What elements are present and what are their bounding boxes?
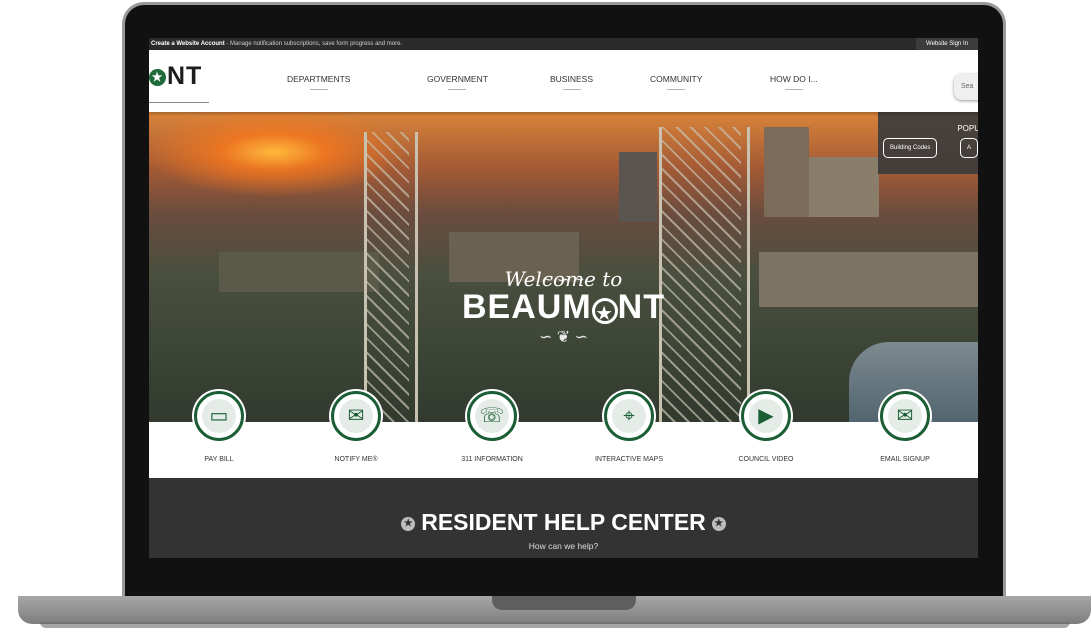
account-notice: Create a Website Account - Manage notifi… (151, 38, 402, 50)
resident-help-center: ★ RESIDENT HELP CENTER ★ How can we help? (149, 478, 978, 558)
laptop-hinge-notch (492, 596, 636, 610)
star-icon: ★ (401, 517, 416, 531)
website-screen: Create a Website Account - Manage notifi… (149, 38, 978, 558)
quick-link-notify-me[interactable]: NOTIFY ME® (296, 456, 416, 463)
quick-link-pay-bill[interactable]: PAY BILL (159, 456, 279, 463)
help-center-title: ★ RESIDENT HELP CENTER ★ (149, 509, 978, 536)
help-center-subtitle: How can we help? (528, 541, 599, 551)
quick-link-311-information[interactable]: 311 INFORMATION (432, 456, 552, 463)
laptop-shadow (40, 622, 1070, 628)
notify-phone-icon[interactable]: ✉ (331, 391, 381, 441)
envelope-icon[interactable]: ✉ (880, 391, 930, 441)
popular-chip-building-codes[interactable]: Building Codes (883, 138, 938, 158)
popular-chip[interactable]: A (960, 138, 978, 158)
skyline-building (764, 127, 809, 217)
city-name-part2: NT (617, 288, 665, 326)
quick-link-council-video[interactable]: COUNCIL VIDEO (706, 456, 826, 463)
popular-title: POPU (957, 124, 978, 133)
create-account-link[interactable]: Create a Website Account (151, 41, 225, 47)
hero-banner: POPU Building Codes A ~ ∽ ~ Welcome to B… (149, 112, 978, 422)
nav-government[interactable]: GOVERNMENT (427, 74, 488, 90)
city-name-part1: BEAUM (462, 288, 592, 326)
flourish-bottom: ∽ ❦ ∽ (538, 329, 589, 346)
search-input[interactable]: Sea (954, 74, 978, 100)
logo-star-icon: ★ (149, 69, 166, 86)
map-pin-icon[interactable]: ⌖ (604, 391, 654, 441)
credit-card-icon[interactable]: ▭ (194, 391, 244, 441)
star-icon: ★ (711, 517, 726, 531)
nav-community[interactable]: COMMUNITY (650, 74, 702, 90)
utility-bar: Create a Website Account - Manage notifi… (149, 38, 978, 50)
help-center-title-text: RESIDENT HELP CENTER (421, 509, 706, 535)
nav-departments[interactable]: DEPARTMENTS (287, 74, 350, 90)
skyline-building (809, 157, 879, 217)
city-logo[interactable]: ★ NT (149, 62, 202, 91)
account-notice-text: - Manage notification subscriptions, sav… (224, 41, 403, 47)
logo-underline (149, 102, 209, 103)
nav-how-do-i[interactable]: HOW DO I... (770, 74, 818, 90)
city-star-icon: ★ (591, 298, 618, 324)
logo-text: NT (167, 62, 203, 90)
quick-link-interactive-maps[interactable]: INTERACTIVE MAPS (569, 456, 689, 463)
video-camera-icon[interactable]: ▶ (741, 391, 791, 441)
skyline-building (619, 152, 657, 222)
popular-searches-panel: POPU Building Codes A (878, 112, 978, 174)
city-name: BEAUM ★ NT (149, 288, 978, 327)
main-header: ★ NT DEPARTMENTS GOVERNMENT BUSINESS COMM… (149, 50, 978, 112)
chat-bubbles-icon[interactable]: ☏ (467, 391, 517, 441)
website-sign-in-link[interactable]: Website Sign In (916, 38, 978, 50)
quick-link-email-signup[interactable]: EMAIL SIGNUP (845, 456, 965, 463)
quick-links-bar: PAY BILL NOTIFY ME® 311 INFORMATION INTE… (149, 422, 978, 478)
nav-business[interactable]: BUSINESS (550, 74, 593, 90)
